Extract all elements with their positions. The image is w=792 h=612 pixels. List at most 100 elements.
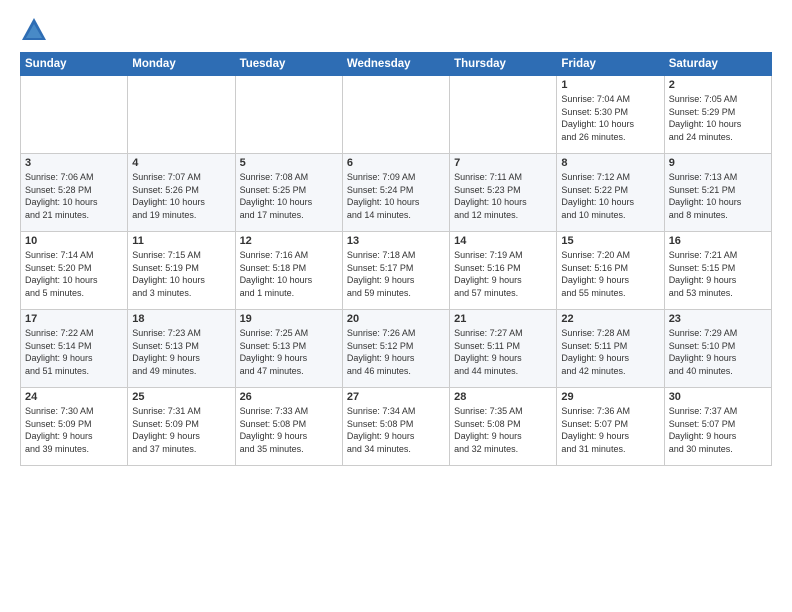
day-number: 24: [25, 391, 123, 403]
day-number: 20: [347, 313, 445, 325]
calendar-cell: 10 Sunrise: 7:14 AM Sunset: 5:20 PM Dayli…: [21, 232, 128, 310]
day-number: 27: [347, 391, 445, 403]
calendar-cell: 6 Sunrise: 7:09 AM Sunset: 5:24 PM Daylig…: [342, 154, 449, 232]
day-number: 13: [347, 235, 445, 247]
day-info: Sunrise: 7:12 AM Sunset: 5:22 PM Dayligh…: [561, 171, 659, 221]
calendar-cell: 9Sunrise: 7:13 AM Sunset: 5:21 PM Daylig…: [664, 154, 771, 232]
calendar-cell: 1 Sunrise: 7:04 AM Sunset: 5:30 PM Daylig…: [557, 76, 664, 154]
calendar-cell: 7 Sunrise: 7:11 AM Sunset: 5:23 PM Daylig…: [450, 154, 557, 232]
calendar-cell: 2 Sunrise: 7:05 AM Sunset: 5:29 PM Daylig…: [664, 76, 771, 154]
day-number: 10: [25, 235, 123, 247]
day-info: Sunrise: 7:11 AM Sunset: 5:23 PM Dayligh…: [454, 171, 552, 221]
day-number: 4: [132, 157, 230, 169]
calendar-cell: 16Sunrise: 7:21 AM Sunset: 5:15 PM Dayli…: [664, 232, 771, 310]
calendar-week-row: 24 Sunrise: 7:30 AM Sunset: 5:09 PM Dayli…: [21, 388, 772, 466]
calendar-cell: [21, 76, 128, 154]
calendar-cell: 23 Sunrise: 7:29 AM Sunset: 5:10 PM Dayli…: [664, 310, 771, 388]
calendar-week-row: 17 Sunrise: 7:22 AM Sunset: 5:14 PM Dayli…: [21, 310, 772, 388]
calendar-header-saturday: Saturday: [664, 53, 771, 76]
calendar-cell: 5 Sunrise: 7:08 AM Sunset: 5:25 PM Daylig…: [235, 154, 342, 232]
calendar-header-monday: Monday: [128, 53, 235, 76]
day-info: Sunrise: 7:15 AM Sunset: 5:19 PM Dayligh…: [132, 249, 230, 299]
day-info: Sunrise: 7:19 AM Sunset: 5:16 PM Dayligh…: [454, 249, 552, 299]
calendar-cell: 24 Sunrise: 7:30 AM Sunset: 5:09 PM Dayli…: [21, 388, 128, 466]
calendar-cell: 12 Sunrise: 7:16 AM Sunset: 5:18 PM Dayli…: [235, 232, 342, 310]
day-number: 17: [25, 313, 123, 325]
day-info: Sunrise: 7:05 AM Sunset: 5:29 PM Dayligh…: [669, 93, 767, 143]
day-number: 5: [240, 157, 338, 169]
calendar-week-row: 1 Sunrise: 7:04 AM Sunset: 5:30 PM Daylig…: [21, 76, 772, 154]
calendar-week-row: 3Sunrise: 7:06 AM Sunset: 5:28 PM Daylig…: [21, 154, 772, 232]
day-number: 2: [669, 79, 767, 91]
calendar-cell: 28 Sunrise: 7:35 AM Sunset: 5:08 PM Dayli…: [450, 388, 557, 466]
calendar-cell: 21 Sunrise: 7:27 AM Sunset: 5:11 PM Dayli…: [450, 310, 557, 388]
day-info: Sunrise: 7:29 AM Sunset: 5:10 PM Dayligh…: [669, 327, 767, 377]
calendar-cell: [128, 76, 235, 154]
calendar-cell: 22 Sunrise: 7:28 AM Sunset: 5:11 PM Dayli…: [557, 310, 664, 388]
day-number: 15: [561, 235, 659, 247]
day-info: Sunrise: 7:25 AM Sunset: 5:13 PM Dayligh…: [240, 327, 338, 377]
day-info: Sunrise: 7:04 AM Sunset: 5:30 PM Dayligh…: [561, 93, 659, 143]
calendar-cell: 3Sunrise: 7:06 AM Sunset: 5:28 PM Daylig…: [21, 154, 128, 232]
day-info: Sunrise: 7:33 AM Sunset: 5:08 PM Dayligh…: [240, 405, 338, 455]
day-number: 23: [669, 313, 767, 325]
calendar-header-tuesday: Tuesday: [235, 53, 342, 76]
day-number: 22: [561, 313, 659, 325]
calendar-cell: 20 Sunrise: 7:26 AM Sunset: 5:12 PM Dayli…: [342, 310, 449, 388]
day-info: Sunrise: 7:18 AM Sunset: 5:17 PM Dayligh…: [347, 249, 445, 299]
day-number: 26: [240, 391, 338, 403]
calendar-cell: 30 Sunrise: 7:37 AM Sunset: 5:07 PM Dayli…: [664, 388, 771, 466]
day-info: Sunrise: 7:23 AM Sunset: 5:13 PM Dayligh…: [132, 327, 230, 377]
day-number: 7: [454, 157, 552, 169]
header: [20, 16, 772, 44]
calendar-header-wednesday: Wednesday: [342, 53, 449, 76]
day-number: 8: [561, 157, 659, 169]
day-info: Sunrise: 7:22 AM Sunset: 5:14 PM Dayligh…: [25, 327, 123, 377]
day-number: 9: [669, 157, 767, 169]
calendar-header-thursday: Thursday: [450, 53, 557, 76]
day-info: Sunrise: 7:28 AM Sunset: 5:11 PM Dayligh…: [561, 327, 659, 377]
calendar-cell: 11Sunrise: 7:15 AM Sunset: 5:19 PM Dayli…: [128, 232, 235, 310]
calendar-cell: 13 Sunrise: 7:18 AM Sunset: 5:17 PM Dayli…: [342, 232, 449, 310]
calendar-cell: 29Sunrise: 7:36 AM Sunset: 5:07 PM Dayli…: [557, 388, 664, 466]
calendar-cell: 18 Sunrise: 7:23 AM Sunset: 5:13 PM Dayli…: [128, 310, 235, 388]
day-info: Sunrise: 7:37 AM Sunset: 5:07 PM Dayligh…: [669, 405, 767, 455]
day-number: 19: [240, 313, 338, 325]
calendar-cell: [235, 76, 342, 154]
day-number: 12: [240, 235, 338, 247]
day-info: Sunrise: 7:14 AM Sunset: 5:20 PM Dayligh…: [25, 249, 123, 299]
calendar-header-sunday: Sunday: [21, 53, 128, 76]
day-info: Sunrise: 7:34 AM Sunset: 5:08 PM Dayligh…: [347, 405, 445, 455]
calendar-body: 1 Sunrise: 7:04 AM Sunset: 5:30 PM Daylig…: [21, 76, 772, 466]
calendar-header-row: SundayMondayTuesdayWednesdayThursdayFrid…: [21, 53, 772, 76]
day-number: 28: [454, 391, 552, 403]
calendar-cell: 8 Sunrise: 7:12 AM Sunset: 5:22 PM Daylig…: [557, 154, 664, 232]
calendar-cell: 4 Sunrise: 7:07 AM Sunset: 5:26 PM Daylig…: [128, 154, 235, 232]
day-number: 21: [454, 313, 552, 325]
day-info: Sunrise: 7:20 AM Sunset: 5:16 PM Dayligh…: [561, 249, 659, 299]
calendar-cell: 25 Sunrise: 7:31 AM Sunset: 5:09 PM Dayli…: [128, 388, 235, 466]
day-info: Sunrise: 7:31 AM Sunset: 5:09 PM Dayligh…: [132, 405, 230, 455]
calendar-header-friday: Friday: [557, 53, 664, 76]
day-info: Sunrise: 7:08 AM Sunset: 5:25 PM Dayligh…: [240, 171, 338, 221]
calendar-cell: 17 Sunrise: 7:22 AM Sunset: 5:14 PM Dayli…: [21, 310, 128, 388]
calendar-cell: 14 Sunrise: 7:19 AM Sunset: 5:16 PM Dayli…: [450, 232, 557, 310]
day-number: 6: [347, 157, 445, 169]
day-info: Sunrise: 7:16 AM Sunset: 5:18 PM Dayligh…: [240, 249, 338, 299]
day-info: Sunrise: 7:27 AM Sunset: 5:11 PM Dayligh…: [454, 327, 552, 377]
day-number: 14: [454, 235, 552, 247]
day-info: Sunrise: 7:30 AM Sunset: 5:09 PM Dayligh…: [25, 405, 123, 455]
day-number: 30: [669, 391, 767, 403]
day-info: Sunrise: 7:07 AM Sunset: 5:26 PM Dayligh…: [132, 171, 230, 221]
day-info: Sunrise: 7:35 AM Sunset: 5:08 PM Dayligh…: [454, 405, 552, 455]
logo-icon: [20, 16, 48, 44]
day-info: Sunrise: 7:26 AM Sunset: 5:12 PM Dayligh…: [347, 327, 445, 377]
logo: [20, 16, 52, 44]
calendar-cell: 15 Sunrise: 7:20 AM Sunset: 5:16 PM Dayli…: [557, 232, 664, 310]
day-number: 18: [132, 313, 230, 325]
day-number: 25: [132, 391, 230, 403]
day-number: 1: [561, 79, 659, 91]
calendar-table: SundayMondayTuesdayWednesdayThursdayFrid…: [20, 52, 772, 466]
day-info: Sunrise: 7:36 AM Sunset: 5:07 PM Dayligh…: [561, 405, 659, 455]
day-info: Sunrise: 7:09 AM Sunset: 5:24 PM Dayligh…: [347, 171, 445, 221]
